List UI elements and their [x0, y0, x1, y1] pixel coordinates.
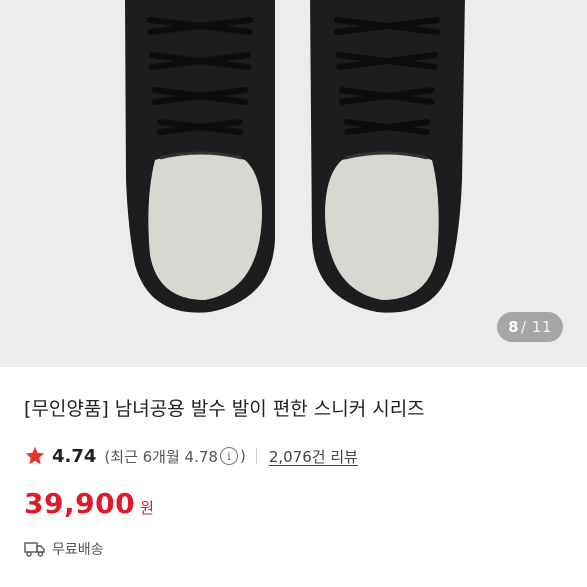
rating-row: 4.74 (최근 6개월 4.78 i ) 2,076건 리뷰: [24, 443, 358, 469]
truck-icon: [24, 542, 45, 557]
image-counter-total: / 11: [521, 318, 552, 336]
recent-rating-text: (최근 6개월 4.78: [104, 447, 218, 466]
product-image[interactable]: 8 / 11: [0, 0, 587, 367]
product-page: 8 / 11 [무인양품] 남녀공용 발수 발이 편한 스니커 시리즈 4.74…: [0, 0, 587, 587]
info-icon[interactable]: i: [219, 447, 238, 465]
star-icon: [25, 446, 45, 465]
recent-rating: (최근 6개월 4.78 i ): [104, 446, 246, 467]
price: 39,900: [24, 487, 136, 520]
divider: [255, 448, 257, 464]
image-counter: 8 / 11: [497, 312, 563, 342]
currency: 원: [140, 499, 154, 517]
product-title: [무인양품] 남녀공용 발수 발이 편한 스니커 시리즈: [24, 398, 425, 420]
shipping-row: 무료배송: [24, 538, 104, 560]
image-counter-current: 8: [508, 318, 519, 336]
shipping-label: 무료배송: [52, 542, 104, 558]
rating-score: 4.74: [52, 445, 97, 467]
price-row: 39,900 원: [24, 487, 154, 520]
recent-rating-close: ): [239, 447, 246, 465]
review-count-link[interactable]: 2,076건 리뷰: [269, 446, 358, 467]
sneaker-illustration: [125, 0, 465, 313]
